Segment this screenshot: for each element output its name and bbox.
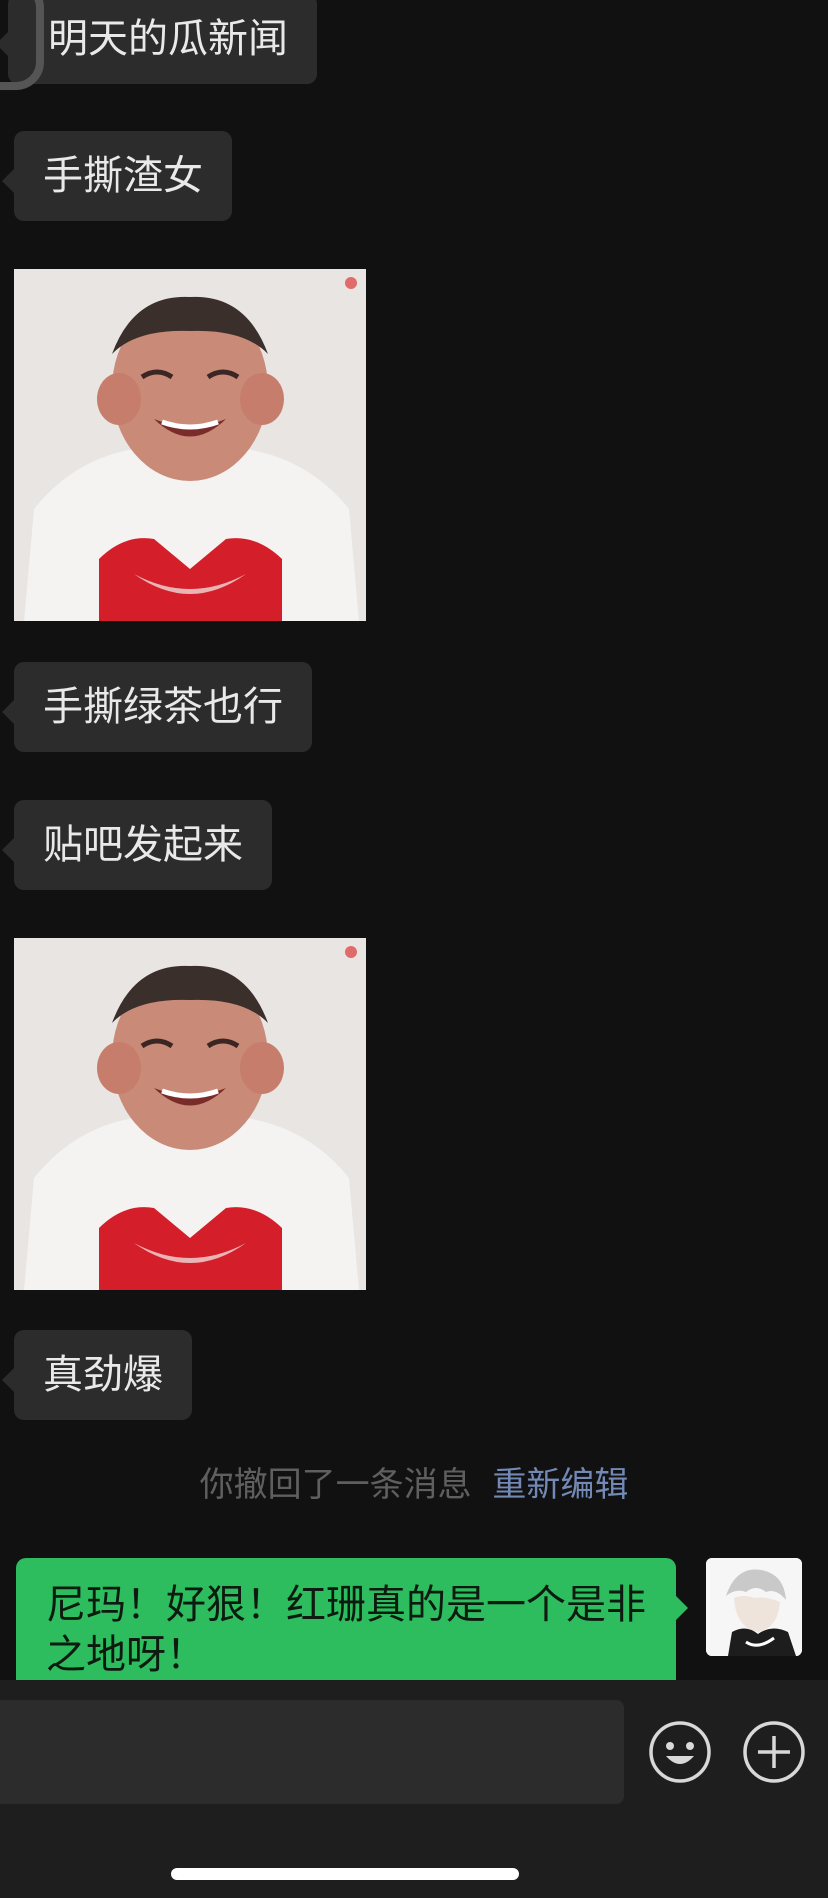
message-text: 手撕绿茶也行 — [43, 684, 283, 730]
message-bubble[interactable]: 手撕绿茶也行 — [2, 662, 312, 752]
message-text: 手撕渣女 — [43, 153, 203, 199]
emoji-icon[interactable] — [648, 1720, 712, 1784]
laughing-child-sticker — [14, 269, 366, 621]
input-bar — [0, 1680, 828, 1898]
reedit-link[interactable]: 重新编辑 — [492, 1465, 628, 1505]
sticker-image[interactable] — [14, 938, 366, 1290]
message-bubble[interactable]: 手撕渣女 — [2, 131, 232, 221]
home-indicator[interactable] — [171, 1868, 519, 1880]
anime-avatar-image — [706, 1558, 802, 1656]
recall-notice: 你撤回了一条消息 重新编辑 — [0, 1460, 828, 1510]
sticker-image[interactable] — [14, 269, 366, 621]
message-bubble[interactable]: 真劲爆 — [2, 1330, 192, 1420]
laughing-child-sticker — [14, 938, 366, 1290]
message-input[interactable] — [0, 1700, 624, 1804]
message-text: 贴吧发起来 — [43, 822, 243, 868]
message-bubble[interactable]: 明天的瓜新闻 — [0, 0, 317, 84]
message-list[interactable]: 明天的瓜新闻 手撕渣女 手撕绿茶也行 贴吧发起来 真劲爆 你撤回了一条消息 重新… — [0, 0, 828, 1680]
message-text: 明天的瓜新闻 — [48, 16, 288, 62]
sent-message-text: 尼玛！好狠！红珊真的是一个是非之地呀！ — [46, 1582, 646, 1678]
plus-circle-icon[interactable] — [742, 1720, 806, 1784]
avatar-partial[interactable] — [0, 0, 44, 90]
message-bubble[interactable]: 贴吧发起来 — [2, 800, 272, 890]
sent-message-bubble[interactable]: 尼玛！好狠！红珊真的是一个是非之地呀！ — [16, 1558, 688, 1680]
message-text: 真劲爆 — [43, 1352, 163, 1398]
avatar[interactable] — [706, 1558, 802, 1656]
chat-screen: 明天的瓜新闻 手撕渣女 手撕绿茶也行 贴吧发起来 真劲爆 你撤回了一条消息 重新… — [0, 0, 828, 1898]
recall-notice-text: 你撤回了一条消息 — [199, 1465, 472, 1505]
